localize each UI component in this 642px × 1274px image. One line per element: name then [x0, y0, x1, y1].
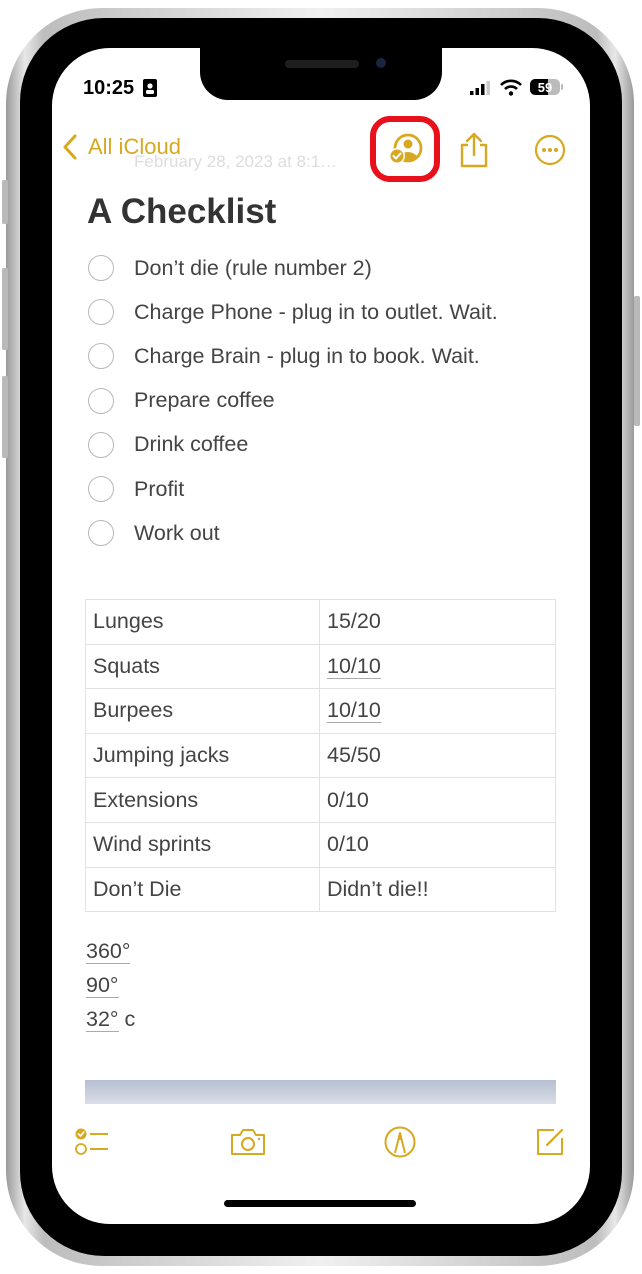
table-cell[interactable]: Squats: [85, 643, 320, 690]
camera-button[interactable]: [228, 1120, 268, 1164]
volume-down-button: [2, 376, 8, 458]
camera-icon: [231, 1129, 265, 1155]
battery-level: 59: [537, 79, 553, 95]
checklist-item[interactable]: Profit: [88, 467, 498, 511]
collaborate-highlight-annotation: [370, 116, 440, 182]
checklist-item[interactable]: Drink coffee: [88, 423, 498, 467]
checklist-item[interactable]: Prepare coffee: [88, 379, 498, 423]
measurement-suffix: c: [118, 1007, 136, 1031]
table-cell[interactable]: 0/10: [319, 777, 556, 823]
front-camera: [376, 58, 386, 68]
home-indicator[interactable]: [224, 1200, 416, 1207]
table-cell[interactable]: 0/10: [319, 821, 556, 868]
checkbox[interactable]: [88, 476, 114, 503]
checkbox[interactable]: [88, 520, 114, 547]
checkbox[interactable]: [88, 431, 114, 458]
checklist-button[interactable]: [72, 1120, 112, 1164]
checkbox[interactable]: [88, 255, 114, 282]
share-icon: [460, 132, 488, 168]
battery-cap: [561, 84, 563, 90]
measurement-line: 32° c: [86, 1002, 135, 1036]
table-row: Extensions 0/10: [85, 777, 556, 823]
checklist-item-text: Work out: [134, 520, 220, 545]
silent-switch: [2, 180, 8, 224]
detected-value[interactable]: 10/10: [327, 698, 381, 724]
compose-button[interactable]: [530, 1120, 570, 1164]
back-button[interactable]: All iCloud: [62, 134, 181, 160]
checklist-item-text: Profit: [134, 476, 185, 501]
speaker: [285, 60, 359, 68]
table-cell[interactable]: Jumping jacks: [85, 732, 320, 779]
bottom-toolbar: [52, 1120, 590, 1164]
checkbox[interactable]: [88, 299, 114, 326]
table-row: Burpees 10/10: [85, 688, 556, 734]
table-row: Squats 10/10: [85, 643, 556, 690]
checklist-icon: [75, 1128, 108, 1155]
detected-value[interactable]: 90°: [86, 973, 119, 998]
table-cell[interactable]: Burpees: [85, 688, 320, 734]
checklist-item-text: Don’t die (rule number 2): [134, 255, 372, 280]
table-cell[interactable]: Wind sprints: [85, 821, 320, 868]
detected-value[interactable]: 10/10: [327, 653, 381, 679]
table-cell[interactable]: 10/10: [319, 688, 556, 734]
table-cell[interactable]: Lunges: [85, 599, 320, 645]
table-cell[interactable]: Didn’t die!!: [319, 866, 556, 913]
table-cell[interactable]: 45/50: [319, 732, 556, 779]
table-row: Jumping jacks 45/50: [85, 732, 556, 779]
table-row: Wind sprints 0/10: [85, 821, 556, 868]
power-button: [634, 296, 640, 426]
measurements: 360° 90° 32° c: [86, 934, 135, 1036]
checklist-item[interactable]: Work out: [88, 511, 498, 555]
wifi-icon: [500, 79, 522, 96]
signal-icon: [470, 81, 490, 95]
checklist-item[interactable]: Don’t die (rule number 2): [88, 246, 498, 290]
notch: [200, 48, 442, 100]
checklist-item[interactable]: Charge Phone - plug in to outlet. Wait.: [88, 290, 498, 334]
checklist-item-text: Prepare coffee: [134, 388, 275, 413]
measurement-line: 360°: [86, 934, 135, 968]
checklist-item[interactable]: Charge Brain - plug in to book. Wait.: [88, 334, 498, 378]
table-row: Lunges 15/20: [85, 599, 556, 645]
measurement-line: 90°: [86, 968, 135, 1002]
more-button[interactable]: [530, 130, 570, 170]
table-cell[interactable]: Don’t Die: [85, 866, 320, 913]
back-label: All iCloud: [88, 134, 181, 159]
table-row: Don’t Die Didn’t die!!: [85, 866, 556, 913]
navigation-bar: All iCloud: [52, 116, 590, 182]
checklist-item-text: Charge Brain - plug in to book. Wait.: [134, 343, 480, 368]
table-cell[interactable]: 15/20: [319, 599, 556, 645]
attached-image[interactable]: [85, 1080, 556, 1104]
detected-value[interactable]: 360°: [86, 939, 131, 964]
workout-table: Lunges 15/20 Squats 10/10 Burpees 10/10 Jum…: [85, 599, 556, 913]
status-time: 10:25: [83, 77, 135, 99]
note-title[interactable]: A Checklist: [87, 192, 276, 232]
detected-value[interactable]: 32°: [86, 1007, 119, 1032]
screen: 10:25 59 February 28, 2023 at 8:1… All i…: [52, 48, 590, 1224]
more-icon: [534, 134, 566, 166]
volume-up-button: [2, 268, 8, 350]
compose-icon: [537, 1128, 564, 1155]
checklist-item-text: Charge Phone - plug in to outlet. Wait.: [134, 299, 498, 324]
table-cell[interactable]: 10/10: [319, 643, 556, 690]
chevron-left-icon: [63, 134, 77, 160]
battery-icon: 59: [530, 79, 560, 95]
share-button[interactable]: [454, 130, 494, 170]
markup-button[interactable]: [380, 1120, 420, 1164]
checkbox[interactable]: [88, 387, 114, 414]
markup-icon: [384, 1126, 416, 1158]
checklist-item-text: Drink coffee: [134, 432, 249, 457]
checklist: Don’t die (rule number 2) Charge Phone -…: [88, 246, 498, 555]
table-cell[interactable]: Extensions: [85, 777, 320, 823]
id-badge-icon: [143, 79, 157, 97]
checkbox[interactable]: [88, 343, 114, 370]
